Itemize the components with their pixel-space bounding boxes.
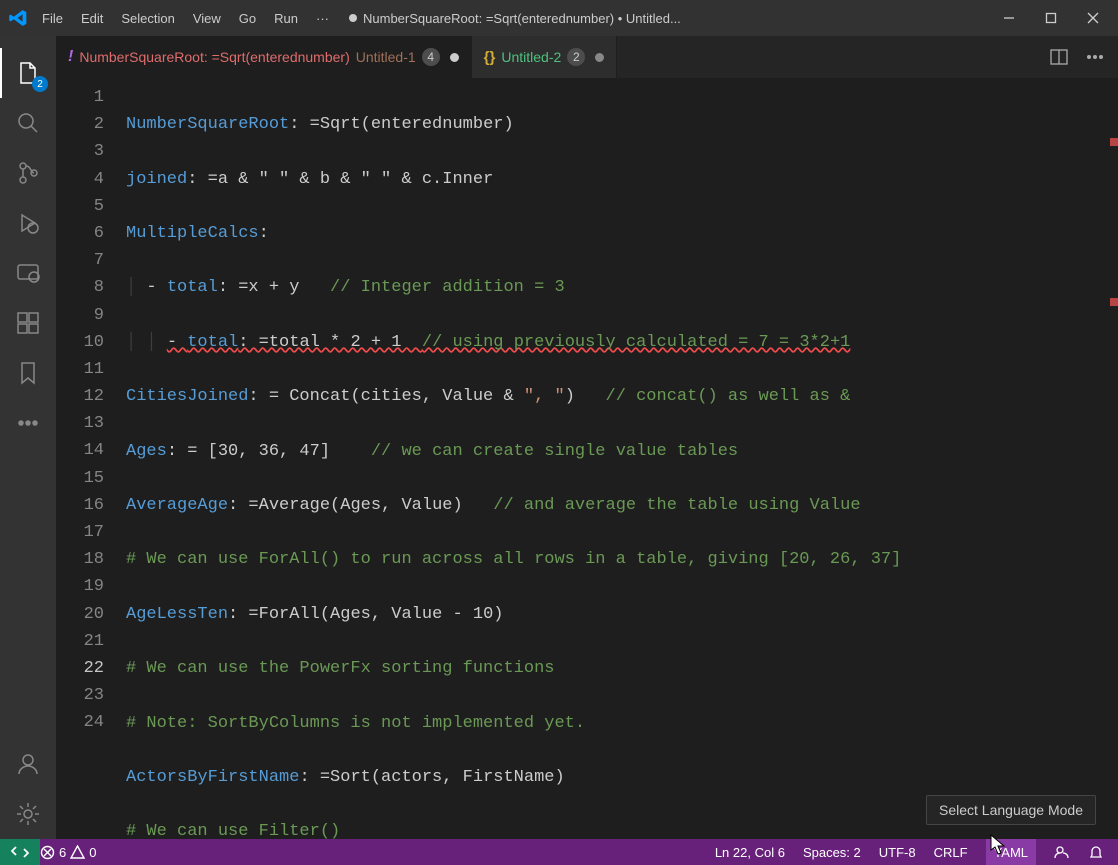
menu-run[interactable]: Run [274,11,298,26]
source-control-icon[interactable] [0,148,56,198]
tab-label: NumberSquareRoot: =Sqrt(enterednumber) [79,49,349,65]
menu-overflow-icon[interactable]: ··· [316,11,329,26]
minimize-icon[interactable] [1002,11,1016,25]
remote-explorer-icon[interactable] [0,248,56,298]
extensions-icon[interactable] [0,298,56,348]
notifications-bell-icon[interactable] [1088,844,1104,860]
menu-go[interactable]: Go [239,11,256,26]
explorer-icon[interactable]: 2 [0,48,56,98]
yaml-file-icon: ! [68,48,73,66]
dirty-dot-icon [595,53,604,62]
tab-untitled-2[interactable]: {} Untitled-2 2 [472,36,618,78]
mouse-pointer-icon [990,834,1008,861]
overview-ruler[interactable] [1104,78,1118,839]
window-title: NumberSquareRoot: =Sqrt(enterednumber) •… [349,11,1002,26]
eol[interactable]: CRLF [934,845,968,860]
remote-button[interactable] [0,839,40,865]
maximize-icon[interactable] [1044,11,1058,25]
accounts-icon[interactable] [0,739,56,789]
tab-filename: Untitled-1 [356,49,416,65]
dirty-dot-icon [450,53,459,62]
more-icon[interactable] [0,398,56,448]
menu-view[interactable]: View [193,11,221,26]
tab-problems-badge: 4 [422,48,440,66]
title-bar: File Edit Selection View Go Run ··· Numb… [0,0,1118,36]
language-mode-tooltip: Select Language Mode [926,795,1096,825]
activity-bar: 2 [0,36,56,839]
editor-body[interactable]: 12345 678910 1112131415 1617181920 21222… [56,78,1118,839]
more-actions-icon[interactable] [1086,48,1104,66]
close-icon[interactable] [1086,11,1100,25]
editor-tabs: ! NumberSquareRoot: =Sqrt(enterednumber)… [56,36,1118,78]
menu-selection[interactable]: Selection [121,11,174,26]
tab-untitled-1[interactable]: ! NumberSquareRoot: =Sqrt(enterednumber)… [56,36,472,78]
vscode-logo-icon [8,8,28,28]
menu-bar: File Edit Selection View Go Run ··· [42,11,329,26]
dirty-indicator-icon [349,14,357,22]
tab-actions [1050,36,1118,78]
explorer-badge: 2 [32,76,48,92]
cursor-position[interactable]: Ln 22, Col 6 [715,845,785,860]
problems-button[interactable]: 6 0 [40,845,96,860]
feedback-icon[interactable] [1054,844,1070,860]
tab-problems-badge: 2 [567,48,585,66]
indent-setting[interactable]: Spaces: 2 [803,845,861,860]
tab-filename: Untitled-2 [501,49,561,65]
run-debug-icon[interactable] [0,198,56,248]
settings-gear-icon[interactable] [0,789,56,839]
status-bar: 6 0 Ln 22, Col 6 Spaces: 2 UTF-8 CRLF YA… [0,839,1118,865]
code-content[interactable]: NumberSquareRoot: =Sqrt(enterednumber) j… [126,78,1118,839]
warning-count: 0 [89,845,96,860]
menu-file[interactable]: File [42,11,63,26]
json-file-icon: {} [484,49,496,66]
window-controls [1002,11,1110,25]
window-title-text: NumberSquareRoot: =Sqrt(enterednumber) •… [363,11,681,26]
search-icon[interactable] [0,98,56,148]
menu-edit[interactable]: Edit [81,11,103,26]
line-gutter: 12345 678910 1112131415 1617181920 21222… [56,78,126,839]
split-editor-icon[interactable] [1050,48,1068,66]
encoding[interactable]: UTF-8 [879,845,916,860]
error-count: 6 [59,845,66,860]
bookmark-icon[interactable] [0,348,56,398]
